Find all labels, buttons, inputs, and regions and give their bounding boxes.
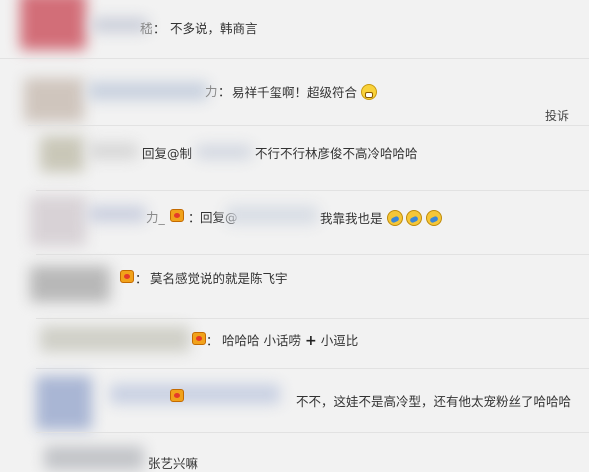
comment-text: 哈哈哈 小话唠 + 小逗比 bbox=[222, 333, 359, 349]
divider bbox=[36, 368, 589, 369]
comment-text: 不不，这娃不是高冷型，还有他太宠粉丝了哈哈哈 bbox=[296, 394, 572, 409]
reply-target-blurred[interactable] bbox=[196, 145, 252, 159]
comment-list: 嵇 ： 不多说，韩商言 力 ： 易祥千玺啊！超级符合 投诉 回复@制 不行不行林… bbox=[0, 0, 589, 472]
comment-text: 不多说，韩商言 bbox=[170, 21, 258, 36]
avatar[interactable] bbox=[40, 326, 190, 352]
report-link[interactable]: 投诉 bbox=[545, 107, 569, 124]
plus-icon: + bbox=[304, 333, 317, 349]
avatar[interactable] bbox=[24, 78, 84, 122]
crown-icon bbox=[170, 209, 184, 222]
divider bbox=[28, 125, 589, 126]
reply-target-blurred[interactable] bbox=[226, 206, 318, 224]
laugh-cry-emoji-icon bbox=[406, 210, 423, 226]
laugh-cry-emoji-icon bbox=[426, 210, 443, 226]
avatar[interactable] bbox=[36, 376, 92, 430]
divider bbox=[36, 432, 589, 433]
username-fragment[interactable]: 嵇 bbox=[140, 21, 153, 37]
comment-text: 我靠我也是 bbox=[320, 210, 443, 227]
avatar[interactable] bbox=[30, 266, 110, 302]
comment-text: 不行不行林彦俊不高冷哈哈哈 bbox=[255, 146, 418, 161]
comment-text: 易祥千玺啊！超级符合 bbox=[232, 84, 377, 101]
comment-text: 莫名感觉说的就是陈飞宇 bbox=[150, 271, 288, 286]
avatar[interactable] bbox=[30, 196, 86, 246]
avatar[interactable] bbox=[20, 0, 86, 50]
reply-prefix[interactable]: 回复@制 bbox=[142, 146, 192, 162]
crown-icon bbox=[170, 389, 184, 402]
username-blurred[interactable] bbox=[88, 82, 208, 100]
avatar[interactable] bbox=[40, 136, 84, 172]
username-blurred[interactable] bbox=[88, 143, 138, 159]
comment-text: 张艺兴嘛 bbox=[148, 456, 199, 471]
avatar[interactable] bbox=[44, 446, 144, 470]
crown-icon bbox=[120, 270, 134, 283]
username-blurred[interactable] bbox=[110, 384, 280, 404]
divider bbox=[36, 190, 589, 191]
divider bbox=[0, 58, 589, 59]
username-blurred[interactable] bbox=[88, 206, 146, 222]
username-fragment[interactable]: 力_ bbox=[146, 210, 165, 226]
username-fragment[interactable]: 力 bbox=[205, 84, 218, 100]
laugh-cry-emoji-icon bbox=[386, 210, 403, 226]
grin-emoji-icon bbox=[361, 84, 377, 100]
divider bbox=[36, 254, 589, 255]
crown-icon bbox=[192, 332, 206, 345]
divider bbox=[36, 318, 589, 319]
